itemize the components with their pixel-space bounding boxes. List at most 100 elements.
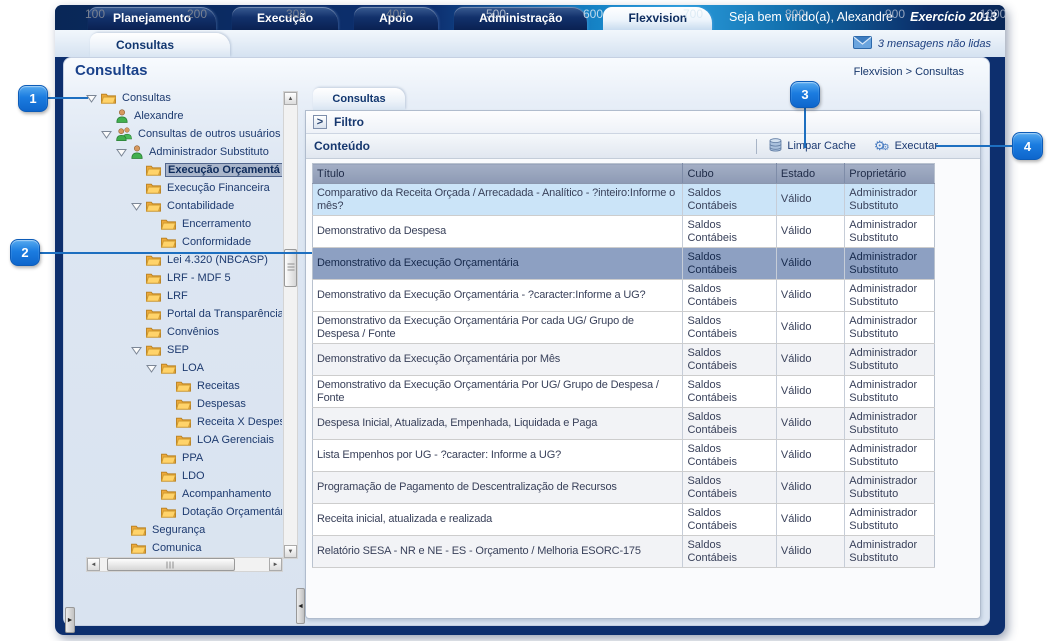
table-row[interactable]: Demonstrativo da Execução Orçamentária P…: [313, 312, 935, 344]
tree-item[interactable]: Execução Orçamentá: [86, 161, 282, 179]
cell-proprietario[interactable]: Administrador Substituto: [845, 216, 935, 248]
cell-proprietario[interactable]: Administrador Substituto: [845, 312, 935, 344]
table-row[interactable]: Demonstrativo da Execução Orçamentária S…: [313, 248, 935, 280]
table-row[interactable]: Comparativo da Receita Orçada / Arrecada…: [313, 184, 935, 216]
cell-proprietario[interactable]: Administrador Substituto: [845, 504, 935, 536]
tree-item[interactable]: Administrador Substituto: [86, 143, 282, 161]
tree-item[interactable]: Consultas: [86, 89, 282, 107]
table-row[interactable]: Lista Empenhos por UG - ?caracter: Infor…: [313, 440, 935, 472]
cell-cubo[interactable]: Saldos Contábeis: [683, 408, 776, 440]
top-nav-tab-1[interactable]: Execução: [232, 7, 338, 30]
tree-item[interactable]: Segurança: [86, 521, 282, 539]
cell-titulo[interactable]: Demonstrativo da Execução Orçamentária P…: [313, 376, 683, 408]
tree-item[interactable]: Receitas: [86, 377, 282, 395]
chevron-expand-icon[interactable]: >: [313, 115, 327, 129]
tree-item[interactable]: Encerramento: [86, 215, 282, 233]
cell-cubo[interactable]: Saldos Contábeis: [683, 248, 776, 280]
tab-consultas-module[interactable]: Consultas: [90, 33, 230, 57]
cell-proprietario[interactable]: Administrador Substituto: [845, 184, 935, 216]
cell-estado[interactable]: Válido: [776, 408, 844, 440]
cell-cubo[interactable]: Saldos Contábeis: [683, 184, 776, 216]
tree-item[interactable]: LRF: [86, 287, 282, 305]
table-row[interactable]: Demonstrativo da Execução Orçamentária -…: [313, 280, 935, 312]
cell-estado[interactable]: Válido: [776, 216, 844, 248]
tree-item[interactable]: Comunica: [86, 539, 282, 557]
cell-cubo[interactable]: Saldos Contábeis: [683, 216, 776, 248]
cell-proprietario[interactable]: Administrador Substituto: [845, 408, 935, 440]
tree-item[interactable]: Contabilidade: [86, 197, 282, 215]
cell-proprietario[interactable]: Administrador Substituto: [845, 344, 935, 376]
cell-estado[interactable]: Válido: [776, 184, 844, 216]
cell-titulo[interactable]: Programação de Pagamento de Descentraliz…: [313, 472, 683, 504]
expander-icon[interactable]: [86, 94, 101, 103]
tree-item[interactable]: Alexandre: [86, 107, 282, 125]
top-nav-tab-3[interactable]: Administração: [454, 7, 587, 30]
tree-vertical-scrollbar[interactable]: ▲ ▼: [283, 91, 298, 559]
cell-estado[interactable]: Válido: [776, 536, 844, 568]
cell-estado[interactable]: Válido: [776, 376, 844, 408]
cell-titulo[interactable]: Demonstrativo da Despesa: [313, 216, 683, 248]
cell-estado[interactable]: Válido: [776, 344, 844, 376]
cell-cubo[interactable]: Saldos Contábeis: [683, 312, 776, 344]
tree-vscroll-thumb[interactable]: [284, 249, 297, 287]
table-row[interactable]: Programação de Pagamento de Descentraliz…: [313, 472, 935, 504]
column-header-titulo[interactable]: Título: [313, 164, 683, 184]
cell-titulo[interactable]: Demonstrativo da Execução Orçamentária -…: [313, 280, 683, 312]
table-row[interactable]: Despesa Inicial, Atualizada, Empenhada, …: [313, 408, 935, 440]
cell-cubo[interactable]: Saldos Contábeis: [683, 376, 776, 408]
expander-icon[interactable]: [131, 346, 146, 355]
tree-item[interactable]: LOA Gerenciais: [86, 431, 282, 449]
executar-button[interactable]: ⚙⚙ Executar: [874, 140, 938, 152]
cell-estado[interactable]: Válido: [776, 312, 844, 344]
tree-item[interactable]: Despesas: [86, 395, 282, 413]
tree-horizontal-scrollbar[interactable]: ◄ ►: [86, 557, 283, 572]
expander-icon[interactable]: [146, 364, 161, 373]
scroll-right-button[interactable]: ►: [269, 558, 282, 571]
cell-proprietario[interactable]: Administrador Substituto: [845, 248, 935, 280]
cell-cubo[interactable]: Saldos Contábeis: [683, 440, 776, 472]
tree-item[interactable]: Conformidade: [86, 233, 282, 251]
tree-item[interactable]: Receita X Despes: [86, 413, 282, 431]
scroll-left-button[interactable]: ◄: [87, 558, 100, 571]
table-row[interactable]: Demonstrativo da Execução Orçamentária p…: [313, 344, 935, 376]
cell-proprietario[interactable]: Administrador Substituto: [845, 376, 935, 408]
panel-splitter-collapse-right[interactable]: ►: [65, 607, 75, 633]
cell-estado[interactable]: Válido: [776, 504, 844, 536]
cell-estado[interactable]: Válido: [776, 280, 844, 312]
top-nav-tab-4[interactable]: Flexvision: [603, 7, 712, 30]
cell-titulo[interactable]: Despesa Inicial, Atualizada, Empenhada, …: [313, 408, 683, 440]
cell-titulo[interactable]: Receita inicial, atualizada e realizada: [313, 504, 683, 536]
table-row[interactable]: Demonstrativo da Execução Orçamentária P…: [313, 376, 935, 408]
expander-icon[interactable]: [131, 202, 146, 211]
cell-titulo[interactable]: Demonstrativo da Execução Orçamentária p…: [313, 344, 683, 376]
messages-link[interactable]: 3 mensagens não lidas: [853, 36, 991, 52]
cell-cubo[interactable]: Saldos Contábeis: [683, 536, 776, 568]
tree-item[interactable]: Consultas de outros usuários: [86, 125, 282, 143]
tab-consultas-content[interactable]: Consultas: [313, 88, 405, 110]
tree-item[interactable]: LOA: [86, 359, 282, 377]
scroll-down-button[interactable]: ▼: [284, 545, 297, 558]
cell-titulo[interactable]: Lista Empenhos por UG - ?caracter: Infor…: [313, 440, 683, 472]
cell-proprietario[interactable]: Administrador Substituto: [845, 440, 935, 472]
top-nav-tab-2[interactable]: Apoio: [354, 7, 438, 30]
column-header-cubo[interactable]: Cubo: [683, 164, 776, 184]
tree-item[interactable]: Execução Financeira: [86, 179, 282, 197]
cell-estado[interactable]: Válido: [776, 440, 844, 472]
cell-cubo[interactable]: Saldos Contábeis: [683, 504, 776, 536]
tree-item[interactable]: PPA: [86, 449, 282, 467]
scroll-up-button[interactable]: ▲: [284, 92, 297, 105]
column-header-estado[interactable]: Estado: [776, 164, 844, 184]
table-row[interactable]: Demonstrativo da Despesa Saldos Contábei…: [313, 216, 935, 248]
expander-icon[interactable]: [116, 148, 131, 157]
tree-item[interactable]: LRF - MDF 5: [86, 269, 282, 287]
cell-proprietario[interactable]: Administrador Substituto: [845, 536, 935, 568]
cell-estado[interactable]: Válido: [776, 472, 844, 504]
cell-cubo[interactable]: Saldos Contábeis: [683, 472, 776, 504]
cell-titulo[interactable]: Demonstrativo da Execução Orçamentária P…: [313, 312, 683, 344]
cell-titulo[interactable]: Demonstrativo da Execução Orçamentária: [313, 248, 683, 280]
cell-titulo[interactable]: Comparativo da Receita Orçada / Arrecada…: [313, 184, 683, 216]
column-header-proprietario[interactable]: Proprietário: [845, 164, 935, 184]
cell-cubo[interactable]: Saldos Contábeis: [683, 344, 776, 376]
limpar-cache-button[interactable]: Limpar Cache: [769, 138, 855, 155]
table-row[interactable]: Relatório SESA - NR e NE - ES - Orçament…: [313, 536, 935, 568]
